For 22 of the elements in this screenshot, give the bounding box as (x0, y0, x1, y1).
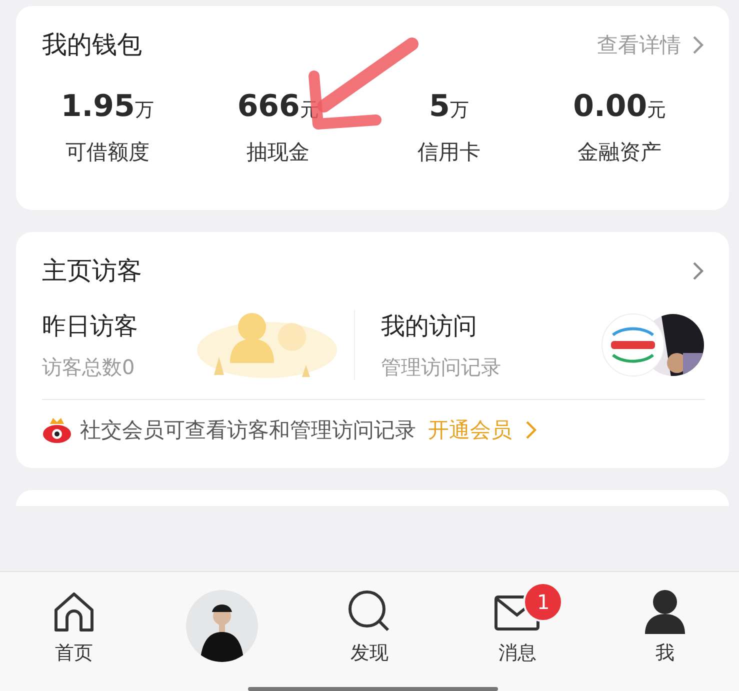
stat-label: 抽现金 (246, 139, 310, 166)
chevron-right-icon (691, 260, 705, 282)
stat-label: 金融资产 (578, 139, 662, 166)
unread-badge: 1 (523, 582, 564, 622)
stat-value: 5万 (428, 89, 469, 124)
nav-tab[interactable]: 发现 (296, 588, 444, 691)
chevron-right-icon (691, 34, 705, 56)
nav-tab[interactable]: 首页 (0, 588, 148, 691)
membership-hint: 社交会员可查看访客和管理访问记录 (80, 417, 416, 444)
nav-tab[interactable]: 我 (591, 588, 739, 691)
stat-value: 0.00元 (573, 89, 666, 124)
stat-label: 信用卡 (417, 139, 480, 166)
chevron-right-icon (524, 419, 538, 441)
visitors-count: 访客总数0 (42, 354, 136, 380)
crowned-eye-logo-icon (42, 416, 72, 444)
visits-manage: 管理访问记录 (381, 354, 502, 380)
visits-title: 我的访问 (381, 310, 478, 342)
card-title: 我的钱包 (42, 29, 142, 61)
visitors-title: 昨日访客 (42, 310, 139, 342)
stat-label: 可借额度 (65, 139, 150, 166)
stat-value: 1.95万 (60, 89, 154, 124)
card-title: 主页访客 (42, 255, 142, 287)
